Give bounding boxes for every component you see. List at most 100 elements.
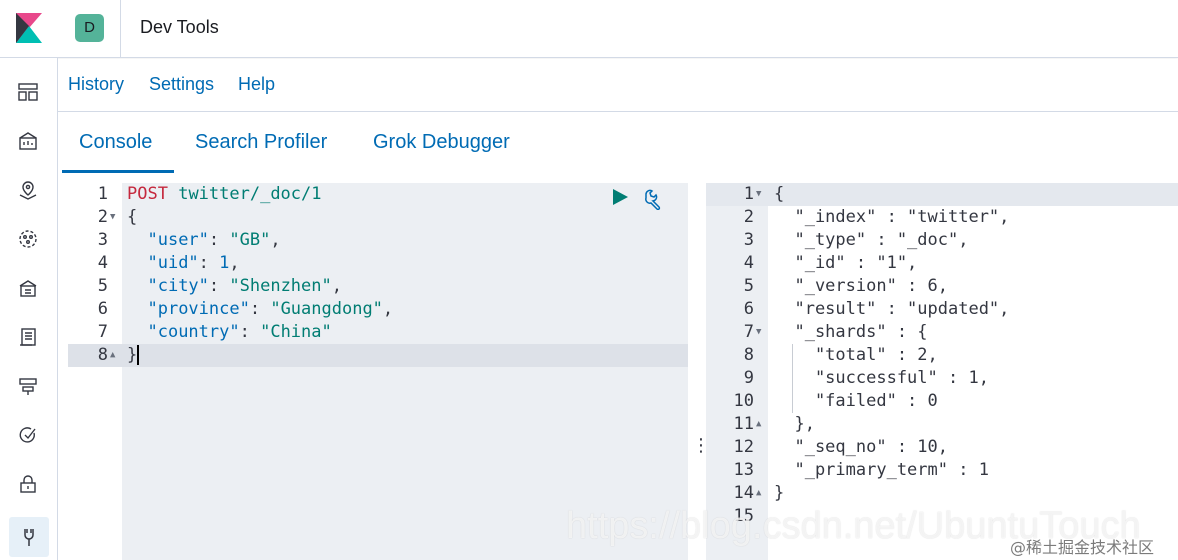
response-line: { — [774, 184, 785, 204]
fold-down-icon[interactable]: ▼ — [756, 321, 761, 344]
canvas-icon[interactable] — [14, 127, 42, 155]
wrench-icon[interactable] — [642, 188, 664, 210]
maps-icon[interactable] — [14, 176, 42, 204]
fold-up-icon[interactable]: ▲ — [756, 413, 761, 436]
json-value: "China" — [260, 322, 332, 342]
code-line: "province": "Guangdong", — [147, 299, 394, 319]
apm-icon[interactable] — [14, 372, 42, 400]
line-number: 12 — [733, 437, 754, 457]
devtools-menu-bar: History Settings Help — [58, 59, 1178, 112]
infrastructure-icon[interactable] — [14, 274, 42, 302]
code-line: { — [127, 206, 137, 229]
play-icon[interactable] — [611, 188, 629, 206]
line-number: 13 — [733, 460, 754, 480]
line-number: 10 — [733, 391, 754, 411]
json-punct: , — [229, 253, 240, 273]
help-link[interactable]: Help — [238, 74, 275, 95]
response-line: "_type" : "_doc", — [774, 230, 969, 250]
line-number: 5 — [97, 276, 108, 296]
request-line: POST twitter/_doc/1 — [127, 183, 322, 206]
watermark-site: @稀土掘金技术社区 — [1010, 538, 1155, 557]
json-value: "Shenzhen" — [229, 276, 332, 296]
response-line: "result" : "updated", — [774, 299, 1010, 319]
header-divider — [120, 0, 121, 58]
code-line: "user": "GB", — [147, 230, 281, 250]
json-value: "Guangdong" — [270, 299, 383, 319]
json-punct: , — [270, 230, 281, 250]
siem-icon[interactable] — [14, 470, 42, 498]
request-editor[interactable]: 1 2 3 4 5 6 7 8 ▼ ▲ POST twitter/_doc/1 … — [68, 183, 688, 560]
line-number: 2 — [743, 207, 754, 227]
line-number: 8 — [97, 345, 108, 365]
line-number: 14 — [733, 483, 754, 503]
response-line: } — [774, 483, 785, 503]
response-line: "total" : 2, — [774, 345, 938, 365]
response-output[interactable]: 1 2 3 4 5 6 7 8 9 10 11 12 13 14 15 ▼ ▼ … — [706, 183, 1178, 560]
json-value: 1 — [219, 253, 230, 273]
uptime-icon[interactable] — [14, 421, 42, 449]
json-key: "user" — [147, 230, 209, 250]
response-line: "_id" : "1", — [774, 253, 918, 273]
json-punct: , — [382, 299, 394, 319]
line-number: 5 — [743, 276, 754, 296]
line-number: 11 — [733, 414, 754, 434]
line-number: 7 — [743, 322, 754, 342]
fold-up-icon[interactable]: ▲ — [110, 344, 115, 367]
active-line-highlight — [68, 344, 688, 367]
line-number: 3 — [743, 230, 754, 250]
settings-link[interactable]: Settings — [149, 74, 214, 95]
response-line: "_version" : 6, — [774, 276, 948, 296]
response-line: "_shards" : { — [774, 322, 928, 342]
line-number: 7 — [97, 322, 108, 342]
tab-search-profiler[interactable]: Search Profiler — [195, 131, 327, 154]
response-line: }, — [774, 414, 815, 434]
dashboard-icon[interactable] — [14, 78, 42, 106]
kibana-logo-icon[interactable] — [16, 13, 42, 43]
fold-down-icon[interactable]: ▼ — [756, 183, 761, 206]
top-header: D Dev Tools — [0, 0, 1178, 58]
line-number: 4 — [743, 253, 754, 273]
history-link[interactable]: History — [68, 74, 124, 95]
response-line: "_primary_term" : 1 — [774, 460, 989, 480]
dev-tools-icon[interactable] — [9, 517, 49, 557]
code-line: "uid": 1, — [147, 253, 240, 273]
request-method: POST — [127, 184, 168, 204]
active-tab-indicator — [62, 170, 174, 173]
response-line: "_index" : "twitter", — [774, 207, 1010, 227]
line-number: 1 — [97, 184, 108, 204]
json-key: "uid" — [147, 253, 199, 273]
line-number: 3 — [97, 230, 108, 250]
logs-icon[interactable] — [14, 323, 42, 351]
fold-up-icon[interactable]: ▲ — [756, 482, 761, 505]
line-number: 6 — [97, 299, 108, 319]
code-line: "country": "China" — [147, 322, 332, 342]
text-cursor — [137, 345, 140, 365]
line-number: 8 — [743, 345, 754, 365]
json-key: "country" — [147, 322, 240, 342]
code-line: "city": "Shenzhen", — [147, 276, 342, 296]
json-key: "city" — [147, 276, 209, 296]
tab-grok-debugger[interactable]: Grok Debugger — [373, 131, 510, 154]
response-line: "successful" : 1, — [774, 368, 989, 388]
line-number: 4 — [97, 253, 108, 273]
devtools-tabs: Console Search Profiler Grok Debugger — [58, 113, 1178, 173]
code-line: } — [127, 344, 140, 367]
page-title: Dev Tools — [140, 17, 219, 37]
response-line: "_seq_no" : 10, — [774, 437, 948, 457]
machine-learning-icon[interactable] — [14, 225, 42, 253]
json-value: "GB" — [229, 230, 271, 250]
line-number: 9 — [743, 368, 754, 388]
json-key: "province" — [147, 299, 250, 319]
response-line: "failed" : 0 — [774, 391, 938, 411]
brace: { — [127, 207, 138, 227]
line-number: 1 — [743, 184, 754, 204]
tab-console[interactable]: Console — [79, 131, 152, 154]
brace: } — [127, 345, 138, 365]
line-number: 2 — [97, 207, 108, 227]
line-number: 6 — [743, 299, 754, 319]
side-nav — [0, 58, 58, 560]
space-avatar[interactable]: D — [75, 14, 104, 42]
json-punct: , — [331, 276, 342, 296]
request-url: twitter/_doc/1 — [178, 184, 322, 204]
fold-down-icon[interactable]: ▼ — [110, 206, 115, 229]
